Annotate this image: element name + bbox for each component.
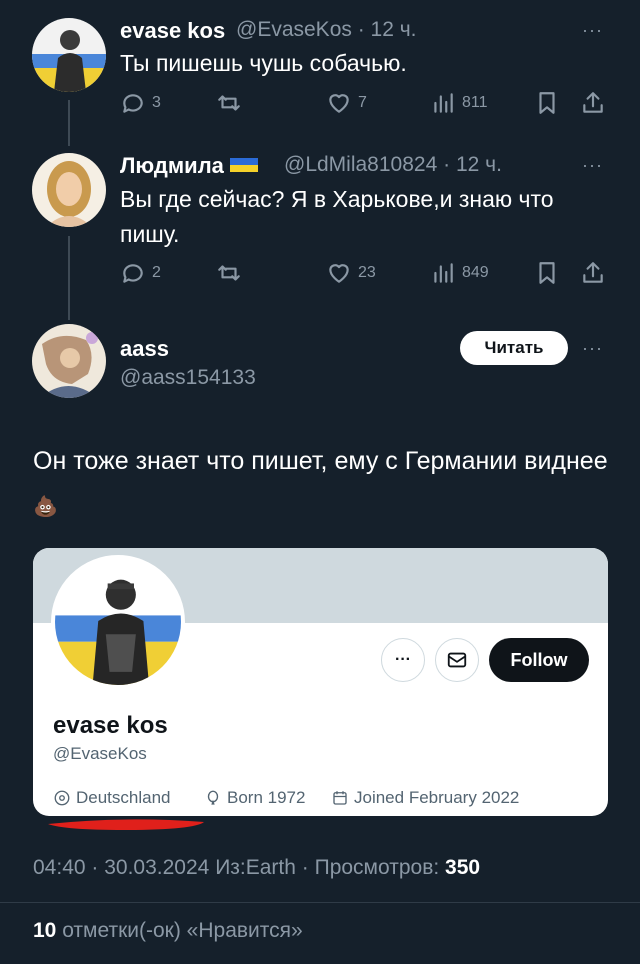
avatar-evase-kos[interactable] — [32, 18, 106, 92]
mail-icon — [447, 652, 467, 668]
profile-joined: Joined February 2022 — [331, 788, 519, 808]
bookmark-icon — [539, 92, 555, 114]
heart-icon — [329, 94, 349, 113]
balloon-icon — [207, 790, 219, 805]
bookmark-button[interactable] — [534, 260, 560, 286]
profile-avatar — [51, 555, 185, 689]
share-icon — [583, 262, 603, 283]
tweet-timestamp: 04:40 · 30.03.2024 Из:Earth · Просмотров… — [33, 856, 481, 879]
more-options-icon[interactable]: ··· — [582, 155, 603, 176]
reply-text: Он тоже знает что пишет, ему с Германии … — [33, 439, 623, 530]
reply-button[interactable]: 2 — [120, 260, 161, 286]
follow-button[interactable]: Follow — [489, 638, 589, 682]
share-icon — [583, 92, 603, 113]
retweet-icon — [218, 95, 240, 111]
tweet-text: Ты пишешь чушь собачью. — [120, 50, 407, 76]
like-button[interactable]: 23 — [326, 260, 376, 286]
views-count: 350 — [445, 856, 481, 879]
tweet-author-name[interactable]: evase kos — [120, 18, 225, 44]
more-button[interactable]: ··· — [381, 638, 425, 682]
thread-line — [68, 100, 70, 146]
reply-icon — [123, 264, 143, 283]
avatar-ludmila[interactable] — [32, 153, 106, 227]
poop-emoji-icon: 💩 — [33, 495, 58, 518]
location-pin-icon — [54, 790, 70, 806]
thread-line — [68, 236, 70, 320]
heart-icon — [329, 264, 349, 283]
reply-author-handle[interactable]: @aass154133 — [120, 366, 256, 390]
likes-summary[interactable]: 10 отметки(-ок) «Нравится» — [33, 919, 303, 943]
tweet-author-handle: @LdMila810824 · 12 ч. — [284, 153, 502, 176]
views-icon — [434, 93, 453, 113]
more-options-icon[interactable]: ··· — [582, 20, 603, 41]
bookmark-button[interactable] — [534, 90, 560, 116]
retweet-button[interactable] — [216, 260, 242, 286]
more-options-icon[interactable]: ··· — [582, 338, 603, 359]
views-icon — [434, 263, 453, 283]
profile-handle: @EvaseKos — [53, 744, 147, 763]
tweet-author-handle: @EvaseKos · 12 ч. — [236, 18, 417, 41]
share-button[interactable] — [580, 90, 606, 116]
bookmark-icon — [539, 262, 555, 284]
retweet-icon — [218, 265, 240, 281]
profile-location: Deutschland — [53, 788, 171, 808]
reply-icon — [123, 94, 143, 113]
views-button[interactable]: 811 — [430, 90, 488, 116]
reply-button[interactable]: 3 — [120, 90, 161, 116]
profile-name: evase kos — [53, 712, 168, 739]
reply-author-name[interactable]: aass — [120, 336, 169, 362]
calendar-icon — [333, 791, 347, 805]
profile-card-image[interactable]: ··· Follow evase kos @EvaseKos Deutschla… — [33, 548, 608, 816]
retweet-button[interactable] — [216, 90, 242, 116]
red-underline-annotation — [48, 819, 204, 830]
ukraine-flag-icon — [229, 158, 258, 173]
share-button[interactable] — [580, 260, 606, 286]
divider — [0, 902, 640, 903]
tweet-text: Вы где сейчас? Я в Харькове,и знаю что п… — [120, 186, 554, 247]
read-button[interactable]: Читать — [460, 331, 568, 365]
tweet-author-name[interactable]: Людмила — [120, 153, 258, 179]
like-button[interactable]: 7 — [326, 90, 367, 116]
message-button[interactable] — [435, 638, 479, 682]
avatar-aass[interactable] — [32, 324, 106, 398]
profile-birthdate: Born 1972 — [204, 788, 305, 808]
views-button[interactable]: 849 — [430, 260, 489, 286]
